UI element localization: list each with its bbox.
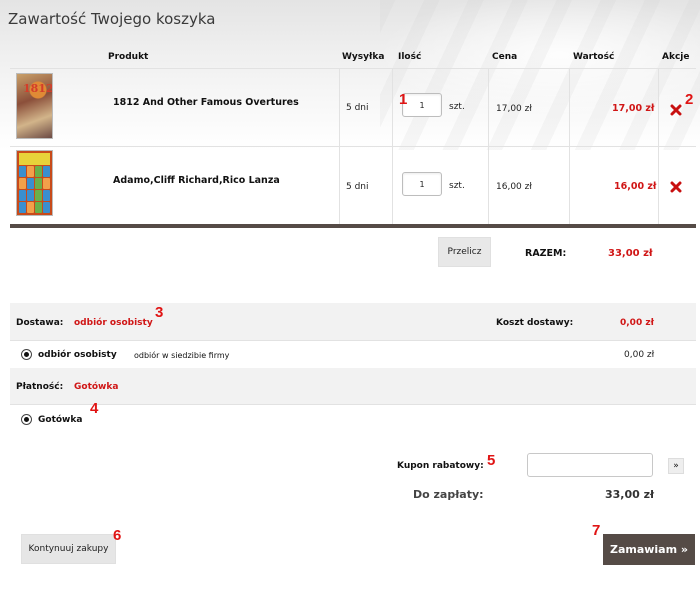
delivery-cost-label: Koszt dostawy:	[496, 318, 574, 328]
delivery-label: Dostawa:	[16, 318, 64, 328]
unit-price: 17,00 zł	[496, 104, 532, 114]
payment-selected: Gotówka	[74, 382, 119, 392]
delivery-option-price: 0,00 zł	[624, 350, 655, 360]
col-header-shipping: Wysyłka	[342, 52, 385, 62]
annotation-marker-4: 4	[90, 400, 99, 417]
product-name-link[interactable]: Adamo,Cliff Richard,Rico Lanza	[113, 175, 280, 186]
product-name-link[interactable]: 1812 And Other Famous Overtures	[113, 97, 299, 108]
col-header-price: Cena	[492, 52, 518, 62]
table-bottom-bar	[10, 224, 696, 228]
payment-label: Płatność:	[16, 382, 64, 392]
amount-due-value: 33,00 zł	[605, 488, 655, 501]
total-value: 33,00 zł	[608, 248, 653, 259]
column-separator	[392, 68, 393, 224]
annotation-marker-3: 3	[155, 304, 164, 321]
annotation-marker-7: 7	[592, 522, 601, 539]
delete-x-icon[interactable]	[670, 104, 682, 116]
coupon-submit-button[interactable]: »	[668, 458, 684, 474]
quantity-input[interactable]	[402, 172, 442, 196]
payment-option-name: Gotówka	[38, 414, 83, 425]
amount-due-label: Do zapłaty:	[413, 488, 484, 501]
quantity-unit: szt.	[449, 181, 465, 191]
annotation-marker-2: 2	[685, 91, 694, 108]
delete-x-icon[interactable]	[670, 181, 682, 193]
delivery-cost-value: 0,00 zł	[620, 318, 654, 328]
page-title: Zawartość Twojego koszyka	[8, 10, 216, 28]
column-separator	[569, 68, 570, 224]
quantity-input[interactable]	[402, 93, 442, 117]
place-order-button[interactable]: Zamawiam »	[603, 534, 695, 565]
delivery-option-row[interactable]: odbiór osobisty	[21, 349, 117, 360]
continue-shopping-button[interactable]: Kontynuuj zakupy	[21, 534, 116, 564]
col-header-actions: Akcje	[662, 52, 690, 62]
radio-selected-icon[interactable]	[21, 414, 32, 425]
annotation-marker-6: 6	[113, 527, 122, 544]
annotation-marker-5: 5	[487, 452, 496, 469]
header-divider	[10, 68, 696, 69]
line-value: 16,00 zł	[614, 181, 657, 192]
shipping-time: 5 dni	[346, 103, 369, 113]
coupon-label: Kupon rabatowy:	[397, 461, 484, 471]
product-thumbnail-adamo[interactable]	[16, 150, 53, 216]
unit-price: 16,00 zł	[496, 182, 532, 192]
quantity-unit: szt.	[449, 102, 465, 112]
product-thumbnail-1812[interactable]: 1812	[16, 73, 53, 139]
thumbnail-text: 1812	[23, 82, 53, 95]
payment-option-row[interactable]: Gotówka	[21, 414, 82, 425]
coupon-input[interactable]	[527, 453, 653, 477]
column-separator	[488, 68, 489, 224]
payment-divider	[10, 404, 696, 405]
column-separator	[339, 68, 340, 224]
annotation-marker-1: 1	[399, 91, 408, 108]
delivery-option-desc: odbiór w siedzibie firmy	[134, 351, 230, 360]
line-value: 17,00 zł	[612, 103, 655, 114]
delivery-selected: odbiór osobisty	[74, 318, 153, 328]
recalculate-button[interactable]: Przelicz	[438, 237, 491, 267]
delivery-divider	[10, 340, 696, 341]
col-header-product: Produkt	[108, 52, 149, 62]
shipping-time: 5 dni	[346, 182, 369, 192]
col-header-qty: Ilość	[398, 52, 422, 62]
total-label: RAZEM:	[525, 248, 567, 259]
col-header-value: Wartość	[573, 52, 615, 62]
row-divider	[10, 146, 696, 147]
column-separator	[658, 68, 659, 224]
radio-selected-icon[interactable]	[21, 349, 32, 360]
delivery-option-name: odbiór osobisty	[38, 349, 117, 360]
